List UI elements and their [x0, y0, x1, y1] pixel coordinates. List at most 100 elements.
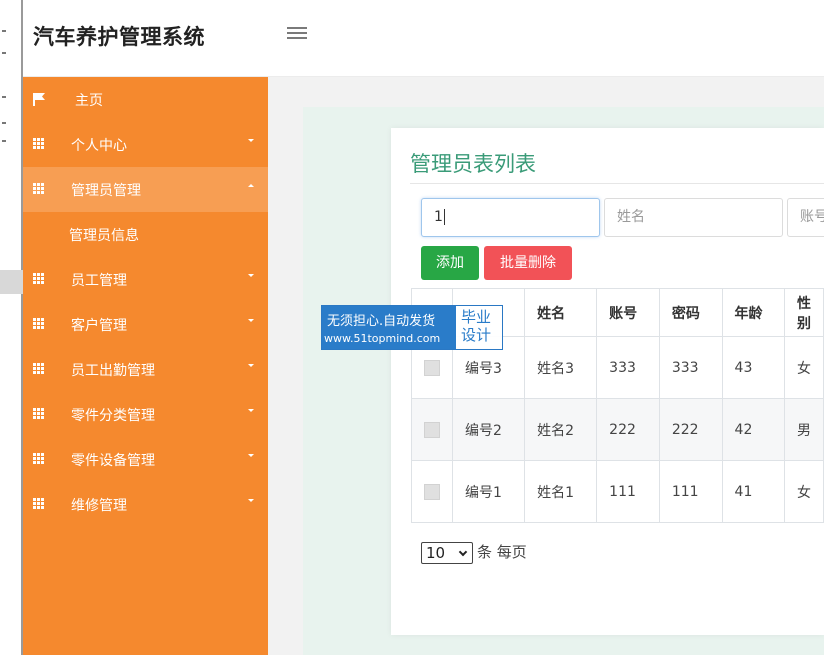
table-cell: 333	[658, 336, 723, 399]
watermark-line2: www.51topmind.com	[324, 332, 441, 345]
flag-icon	[33, 93, 46, 106]
column-header: 姓名	[524, 288, 598, 337]
column-header: 性别	[784, 288, 824, 337]
edge-mark	[2, 122, 6, 124]
search-input-number[interactable]: 1	[421, 198, 600, 237]
caret-down-icon	[248, 409, 254, 412]
window-edge	[0, 0, 23, 655]
chevron-down-icon	[458, 547, 468, 556]
grid-icon	[33, 318, 46, 330]
table-cell: 111	[596, 460, 660, 523]
sidebar-item-employee-management[interactable]: 员工管理	[23, 257, 268, 302]
table-cell: 编号2	[451, 398, 526, 461]
caret-down-icon	[248, 139, 254, 142]
pagination: 10 条 每页	[421, 541, 527, 564]
watermark-banner: 无须担心.自动发货 www.51topmind.com	[322, 306, 456, 349]
table-cell: 女	[784, 460, 824, 523]
table-cell: 姓名3	[524, 336, 598, 399]
table-cell: 编号1	[451, 460, 526, 523]
sidebar-item-label: 零件设备管理	[71, 453, 155, 469]
table-row: 编号1 姓名1 111 111 41 女	[411, 460, 824, 523]
grid-icon	[33, 453, 46, 465]
table-cell: 姓名1	[524, 460, 598, 523]
caret-up-icon	[248, 184, 254, 187]
row-checkbox[interactable]	[424, 359, 440, 376]
table-cell: 姓名2	[524, 398, 598, 461]
column-header: 年龄	[721, 288, 786, 337]
app-title: 汽车养护管理系统	[33, 25, 205, 49]
text-cursor	[443, 209, 445, 225]
list-card: 管理员表列表 1 姓名 账号 添加 批量删除 姓名 账号 密码 年龄 性别 编号…	[391, 128, 824, 635]
sidebar-item-label: 员工管理	[71, 273, 127, 289]
grid-icon	[33, 273, 46, 285]
row-checkbox[interactable]	[424, 483, 440, 500]
row-select-cell	[411, 460, 453, 523]
sidebar-subitem-label: 管理员信息	[69, 228, 139, 244]
sidebar-item-label: 零件分类管理	[71, 408, 155, 424]
sidebar-item-part-equipment-management[interactable]: 零件设备管理	[23, 437, 268, 482]
watermark-badge: 毕业 设计	[461, 308, 491, 344]
watermark-badge-line1: 毕业	[461, 308, 492, 326]
table-cell: 男	[784, 398, 824, 461]
edge-mark	[2, 30, 6, 32]
grid-icon	[33, 138, 46, 150]
caret-down-icon	[248, 454, 254, 457]
table-cell: 43	[721, 336, 786, 399]
page-size-value: 10	[426, 543, 446, 562]
sidebar-item-personal-center[interactable]: 个人中心	[23, 122, 268, 167]
grid-icon	[33, 183, 46, 195]
table-cell: 女	[784, 336, 824, 399]
table-cell: 222	[596, 398, 660, 461]
table-cell: 42	[721, 398, 786, 461]
caret-down-icon	[248, 499, 254, 502]
add-button[interactable]: 添加	[421, 246, 479, 280]
sidebar-item-label: 个人中心	[71, 138, 127, 154]
sidebar-subitem-admin-info[interactable]: 管理员信息	[23, 212, 268, 257]
sidebar-item-home[interactable]: 主页	[23, 77, 268, 122]
sidebar-item-admin-management[interactable]: 管理员管理	[23, 167, 268, 212]
edge-mark	[2, 140, 6, 142]
search-input-name[interactable]: 姓名	[604, 198, 783, 237]
hamburger-menu-icon[interactable]	[287, 24, 307, 44]
title-divider	[410, 183, 824, 184]
watermark-line1: 无须担心.自动发货	[327, 314, 436, 329]
caret-down-icon	[248, 274, 254, 277]
edge-mark	[2, 96, 6, 98]
table-row: 编号2 姓名2 222 222 42 男	[411, 398, 824, 461]
sidebar-item-attendance-management[interactable]: 员工出勤管理	[23, 347, 268, 392]
sidebar-item-part-category-management[interactable]: 零件分类管理	[23, 392, 268, 437]
top-header: 汽车养护管理系统	[23, 0, 824, 77]
sidebar-item-label: 管理员管理	[71, 183, 141, 199]
column-header: 密码	[658, 288, 723, 337]
grid-icon	[33, 498, 46, 510]
caret-down-icon	[248, 319, 254, 322]
page-size-select[interactable]: 10	[421, 541, 473, 564]
sidebar-item-label: 客户管理	[71, 318, 127, 334]
sidebar-item-repair-management[interactable]: 维修管理	[23, 482, 268, 527]
sidebar: 主页 个人中心 管理员管理 管理员信息 员工管理 客户管理 员工出勤管理 零件分…	[23, 77, 268, 655]
search-input-account[interactable]: 账号	[787, 198, 824, 237]
table-cell: 222	[658, 398, 723, 461]
watermark-overlay: 无须担心.自动发货 www.51topmind.com 毕业 设计	[321, 305, 503, 350]
grid-icon	[33, 408, 46, 420]
page-size-suffix: 条 每页	[477, 543, 527, 561]
search-input-placeholder: 姓名	[617, 209, 645, 225]
watermark-badge-line2: 设计	[461, 326, 492, 344]
background-window-fragment	[0, 270, 23, 294]
sidebar-item-label: 维修管理	[71, 498, 127, 514]
sidebar-item-label: 员工出勤管理	[71, 363, 155, 379]
search-input-value: 1	[434, 209, 443, 225]
table-cell: 333	[596, 336, 660, 399]
grid-icon	[33, 363, 46, 375]
edge-mark	[2, 52, 6, 54]
page-title: 管理员表列表	[410, 152, 536, 176]
sidebar-item-label: 主页	[75, 93, 103, 109]
caret-down-icon	[248, 364, 254, 367]
table-cell: 111	[658, 460, 723, 523]
row-checkbox[interactable]	[424, 421, 440, 438]
column-header: 账号	[596, 288, 660, 337]
row-select-cell	[411, 398, 453, 461]
search-input-placeholder: 账号	[800, 209, 824, 225]
batch-delete-button[interactable]: 批量删除	[484, 246, 572, 280]
sidebar-item-customer-management[interactable]: 客户管理	[23, 302, 268, 347]
